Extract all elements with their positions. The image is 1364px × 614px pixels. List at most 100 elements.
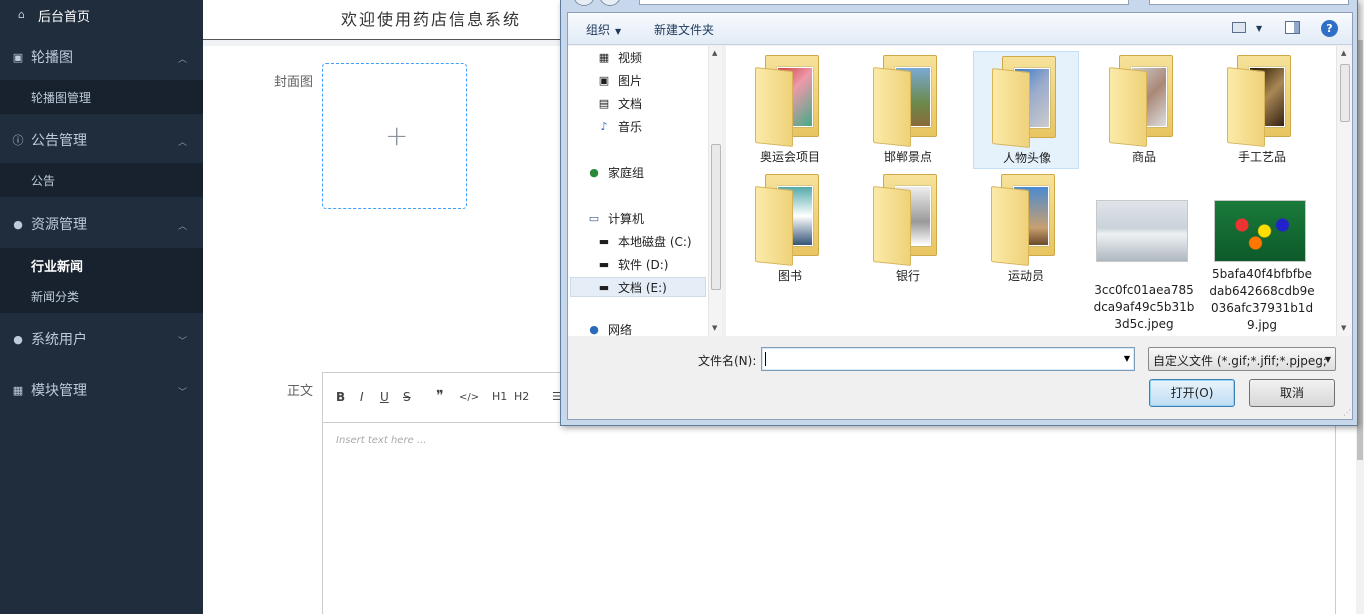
sidebar-item-carousel-manage[interactable]: 轮播图管理 — [0, 80, 203, 114]
homegroup-icon: ● — [589, 165, 599, 179]
nav-scroll-thumb[interactable] — [711, 144, 721, 290]
file-item[interactable]: 5bafa40f4bfbfbedab642668cdb9e036afc37931… — [1209, 170, 1315, 332]
nav-item-drive-d[interactable]: ▬ 软件 (D:) — [596, 254, 669, 274]
sidebar-group-label: 公告管理 — [31, 133, 87, 149]
sidebar-item-news-category[interactable]: 新闻分类 — [0, 279, 203, 313]
folder-item-selected[interactable]: 人物头像 — [973, 51, 1079, 169]
blockquote-button[interactable]: ❞ — [436, 388, 444, 404]
nav-item-label: 音乐 — [618, 119, 643, 134]
folder-icon — [991, 174, 1057, 266]
plus-icon: + — [385, 119, 409, 152]
nav-item-label: 图片 — [618, 73, 643, 88]
nav-item-computer[interactable]: ▭ 计算机 — [586, 208, 644, 228]
view-options-icon[interactable] — [1232, 22, 1246, 33]
navigation-pane: ▦ 视频 ▣ 图片 ▤ 文档 ♪ 音乐 ● 家庭组 ▭ 计算机 ▬ 本地磁盘 (C:) ▬ 软件… — [568, 46, 722, 336]
image-thumbnail — [1096, 200, 1188, 262]
home-icon: ⌂ — [18, 8, 25, 21]
content-scrollbar[interactable]: ▲ ▼ — [1336, 46, 1352, 336]
sidebar-item-label: 公告 — [31, 173, 56, 188]
sidebar-item-industry-news[interactable]: 行业新闻 — [0, 248, 203, 282]
content-scroll-thumb[interactable] — [1340, 64, 1350, 122]
folder-item[interactable]: 奥运会项目 — [737, 51, 843, 169]
nav-item-label: 本地磁盘 (C:) — [618, 234, 692, 249]
new-folder-button[interactable]: 新建文件夹 — [654, 21, 714, 38]
sidebar-group-carousel[interactable]: ▣ 轮播图 ︿ — [0, 40, 203, 74]
folder-item[interactable]: 手工艺品 — [1209, 51, 1315, 169]
file-item[interactable]: 3cc0fc01aea785dca9af49c5b31b3d5c.jpeg — [1091, 170, 1197, 331]
sidebar-group-resource[interactable]: ● 资源管理 ︿ — [0, 207, 203, 241]
preview-pane-icon[interactable] — [1285, 21, 1300, 34]
sidebar-item-notice[interactable]: 公告 — [0, 163, 203, 197]
nav-item-label: 文档 (E:) — [618, 280, 667, 295]
nav-item-network[interactable]: ● 网络 — [586, 322, 632, 337]
code-button[interactable]: </> — [459, 392, 479, 403]
scroll-down-icon[interactable]: ▼ — [1341, 324, 1346, 332]
view-caret-icon[interactable]: ▼ — [1256, 24, 1262, 33]
filename-label: 文件名(N): — [698, 354, 757, 368]
text-cursor — [765, 352, 766, 366]
nav-item-drive-c[interactable]: ▬ 本地磁盘 (C:) — [596, 231, 692, 251]
chevron-down-icon: ﹀ — [177, 388, 187, 398]
back-button[interactable] — [573, 0, 595, 6]
chevron-down-icon[interactable]: ▼ — [1124, 354, 1130, 363]
network-icon: ● — [589, 322, 599, 336]
nav-scrollbar[interactable]: ▲ ▼ — [708, 46, 722, 336]
nav-item-documents[interactable]: ▤ 文档 — [596, 93, 642, 113]
file-label: 5bafa40f4bfbfbedab642668cdb9e036afc37931… — [1209, 267, 1315, 332]
h2-button[interactable]: H2 — [514, 390, 529, 403]
nav-item-pictures[interactable]: ▣ 图片 — [596, 70, 642, 90]
page-title: 欢迎使用药店信息系统 — [341, 10, 522, 29]
document-icon: ▤ — [598, 96, 610, 110]
filename-input[interactable]: ▼ — [761, 347, 1135, 371]
pictures-icon: ▣ — [598, 73, 610, 87]
dialog-body: 组织 ▼ 新建文件夹 ▼ ? ▦ 视频 ▣ 图片 ▤ 文档 ♪ 音乐 ● 家庭组 ▭ 计算机 … — [567, 12, 1353, 420]
open-button[interactable]: 打开(O) — [1149, 379, 1235, 407]
nav-item-videos[interactable]: ▦ 视频 — [596, 47, 642, 67]
scroll-down-icon[interactable]: ▼ — [712, 324, 717, 332]
italic-button[interactable]: I — [360, 390, 364, 404]
address-bar[interactable] — [639, 0, 1129, 5]
nav-item-drive-e[interactable]: ▬ 文档 (E:) — [570, 277, 706, 297]
organize-menu[interactable]: 组织 ▼ — [586, 21, 621, 38]
file-open-dialog: 组织 ▼ 新建文件夹 ▼ ? ▦ 视频 ▣ 图片 ▤ 文档 ♪ 音乐 ● 家庭组 ▭ 计算机 … — [560, 0, 1358, 426]
caret-down-icon: ▼ — [615, 27, 622, 36]
scroll-up-icon[interactable]: ▲ — [1341, 49, 1346, 57]
nav-item-homegroup[interactable]: ● 家庭组 — [586, 162, 644, 182]
nav-item-music[interactable]: ♪ 音乐 — [596, 116, 642, 136]
scroll-up-icon[interactable]: ▲ — [712, 49, 717, 57]
folder-item[interactable]: 运动员 — [973, 170, 1079, 288]
help-icon[interactable]: ? — [1321, 20, 1338, 37]
folder-item[interactable]: 邯郸景点 — [855, 51, 961, 169]
search-box[interactable] — [1149, 0, 1349, 5]
sidebar-group-users[interactable]: ● 系统用户 ﹀ — [0, 322, 203, 356]
chevron-up-icon: ︿ — [177, 222, 187, 232]
sidebar-group-notice[interactable]: ⓘ 公告管理 ︿ — [0, 123, 203, 157]
dialog-footer: 文件名(N): ▼ 自定义文件 (*.gif;*.jfif;*.pjpeg; ▼… — [568, 337, 1352, 419]
cancel-button[interactable]: 取消 — [1249, 379, 1335, 407]
folder-item[interactable]: 商品 — [1091, 51, 1197, 169]
forward-button[interactable] — [599, 0, 621, 6]
folder-label: 运动员 — [1007, 269, 1044, 283]
sidebar-item-label: 新闻分类 — [31, 289, 80, 304]
organize-label: 组织 — [586, 23, 611, 37]
sidebar-group-label: 资源管理 — [31, 217, 87, 233]
info-icon: ⓘ — [12, 134, 24, 147]
bold-button[interactable]: B — [336, 390, 345, 404]
grid-icon: ▦ — [12, 383, 24, 397]
folder-icon — [992, 56, 1058, 148]
page: ⌂ 后台首页 ▣ 轮播图 ︿ 轮播图管理 ⓘ 公告管理 ︿ 公告 ● 资源管理 … — [0, 0, 1364, 614]
sidebar-home[interactable]: ⌂ 后台首页 — [0, 0, 203, 30]
sidebar-group-modules[interactable]: ▦ 模块管理 ﹀ — [0, 373, 203, 407]
cover-uploader[interactable]: + — [322, 63, 467, 209]
computer-icon: ▭ — [588, 211, 600, 225]
strike-button[interactable]: S — [403, 390, 411, 404]
h1-button[interactable]: H1 — [492, 390, 507, 403]
image-icon: ▣ — [12, 50, 24, 64]
underline-button[interactable]: U — [380, 390, 389, 404]
resize-grip-icon[interactable]: ⋰ — [1343, 408, 1351, 417]
folder-icon — [873, 55, 939, 147]
file-type-select[interactable]: 自定义文件 (*.gif;*.jfif;*.pjpeg; ▼ — [1148, 347, 1336, 371]
folder-item[interactable]: 图书 — [737, 170, 843, 288]
nav-item-label: 计算机 — [608, 211, 645, 226]
folder-item[interactable]: 银行 — [855, 170, 961, 288]
